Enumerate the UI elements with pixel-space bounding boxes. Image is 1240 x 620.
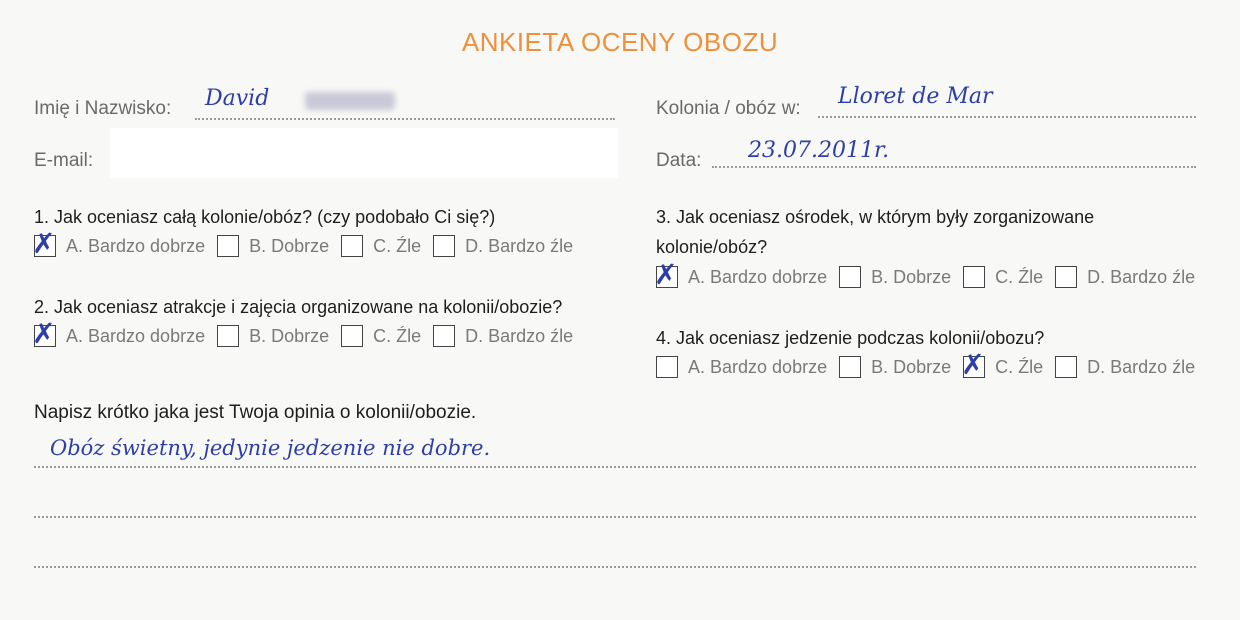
email-label: E-mail: xyxy=(34,150,94,171)
question-4-option-4[interactable]: D. Bardzo źle xyxy=(1055,356,1195,378)
name-value[interactable]: David xyxy=(205,86,269,111)
check-mark-icon: ✗ xyxy=(654,258,678,291)
email-redacted-field[interactable] xyxy=(110,128,618,178)
checkbox[interactable] xyxy=(963,266,986,288)
checkbox[interactable] xyxy=(433,325,456,347)
option-label: D. Bardzo źle xyxy=(1087,266,1196,287)
question-3-option-2[interactable]: B. Dobrze xyxy=(839,266,951,288)
option-label: C. Źle xyxy=(995,356,1044,377)
date-label: Data: xyxy=(656,150,702,171)
question-2-option-2[interactable]: B. Dobrze xyxy=(217,325,329,347)
question-1-option-1[interactable]: ✗ A. Bardzo dobrze xyxy=(32,229,206,259)
question-3-option-1[interactable]: ✗ A. Bardzo dobrze xyxy=(654,260,828,290)
question-4-options: A. Bardzo dobrze B. Dobrze ✗ C. Źle D. Bardz… xyxy=(656,350,1207,380)
question-2-option-4[interactable]: D. Bardzo źle xyxy=(433,325,573,347)
question-4: 4. Jak oceniasz jedzenie podczas kolonii… xyxy=(656,328,1045,348)
option-label: A. Bardzo dobrze xyxy=(688,356,828,377)
option-label: B. Dobrze xyxy=(249,235,330,256)
checkbox[interactable]: ✗ xyxy=(32,319,56,349)
option-label: B. Dobrze xyxy=(871,356,952,377)
question-1-option-2[interactable]: B. Dobrze xyxy=(217,235,329,257)
form-title: ANKIETA OCENY OBOZU xyxy=(461,27,779,57)
option-label: B. Dobrze xyxy=(249,325,330,346)
checkbox[interactable] xyxy=(839,266,862,288)
option-label: C. Źle xyxy=(373,235,422,256)
survey-card: ANKIETA OCENY OBOZU Imię i Nazwisko: Dav… xyxy=(0,0,1240,620)
camp-label: Kolonia / obóz w: xyxy=(656,98,801,119)
question-2-option-3[interactable]: C. Źle xyxy=(341,325,421,347)
opinion-answer[interactable]: Obóz świetny, jedynie jedzenie nie dobre… xyxy=(50,436,490,460)
checkbox[interactable] xyxy=(1055,356,1078,378)
opinion-line-3[interactable] xyxy=(34,566,1196,568)
question-3-option-3[interactable]: C. Źle xyxy=(963,266,1043,288)
question-1-options: ✗ A. Bardzo dobrze B. Dobrze C. Źle D. Bardz… xyxy=(32,229,585,259)
option-label: D. Bardzo źle xyxy=(1087,356,1196,377)
name-line xyxy=(195,118,615,120)
date-value[interactable]: 23.07.2011r. xyxy=(748,138,889,163)
checkbox[interactable] xyxy=(341,325,364,347)
camp-value[interactable]: Lloret de Mar xyxy=(838,84,993,109)
question-2-option-1[interactable]: ✗ A. Bardzo dobrze xyxy=(32,319,206,349)
opinion-line-1 xyxy=(34,466,1196,468)
question-3-line-1: 3. Jak oceniasz ośrodek, w którym były z… xyxy=(656,207,1095,227)
question-3-option-4[interactable]: D. Bardzo źle xyxy=(1055,266,1195,288)
option-label: B. Dobrze xyxy=(871,266,952,287)
checkbox[interactable] xyxy=(217,235,240,257)
opinion-line-2[interactable] xyxy=(34,516,1196,518)
checkbox[interactable]: ✗ xyxy=(654,260,678,290)
option-label: A. Bardzo dobrze xyxy=(66,325,206,346)
check-mark-icon: ✗ xyxy=(961,348,985,381)
checkbox[interactable] xyxy=(656,356,678,378)
question-2: 2. Jak oceniasz atrakcje i zajęcia organ… xyxy=(34,297,563,317)
question-3-options: ✗ A. Bardzo dobrze B. Dobrze C. Źle D. Bardz… xyxy=(654,260,1207,290)
option-label: C. Źle xyxy=(373,325,422,346)
checkbox[interactable] xyxy=(839,356,862,378)
name-label: Imię i Nazwisko: xyxy=(34,98,172,119)
option-label: D. Bardzo źle xyxy=(465,235,574,256)
question-4-option-3[interactable]: ✗ C. Źle xyxy=(961,350,1044,380)
camp-line xyxy=(818,116,1196,118)
checkbox[interactable]: ✗ xyxy=(961,350,986,380)
checkbox[interactable] xyxy=(433,235,456,257)
question-1-option-3[interactable]: C. Źle xyxy=(341,235,421,257)
opinion-prompt: Napisz krótko jaka jest Twoja opinia o k… xyxy=(34,402,477,423)
question-1-option-4[interactable]: D. Bardzo źle xyxy=(433,235,573,257)
option-label: A. Bardzo dobrze xyxy=(66,235,206,256)
check-mark-icon: ✗ xyxy=(32,227,56,260)
option-label: C. Źle xyxy=(995,266,1044,287)
checkbox[interactable] xyxy=(341,235,364,257)
question-2-options: ✗ A. Bardzo dobrze B. Dobrze C. Źle D. Bardz… xyxy=(32,319,585,349)
date-line xyxy=(712,166,1196,168)
check-mark-icon: ✗ xyxy=(32,317,56,350)
option-label: A. Bardzo dobrze xyxy=(688,266,828,287)
question-4-option-2[interactable]: B. Dobrze xyxy=(839,356,951,378)
option-label: D. Bardzo źle xyxy=(465,325,574,346)
checkbox[interactable]: ✗ xyxy=(32,229,56,259)
checkbox[interactable] xyxy=(1055,266,1078,288)
checkbox[interactable] xyxy=(217,325,240,347)
blurred-surname xyxy=(305,92,395,110)
question-4-option-1[interactable]: A. Bardzo dobrze xyxy=(656,356,827,378)
question-1: 1. Jak oceniasz całą kolonie/obóz? (czy … xyxy=(34,207,496,227)
